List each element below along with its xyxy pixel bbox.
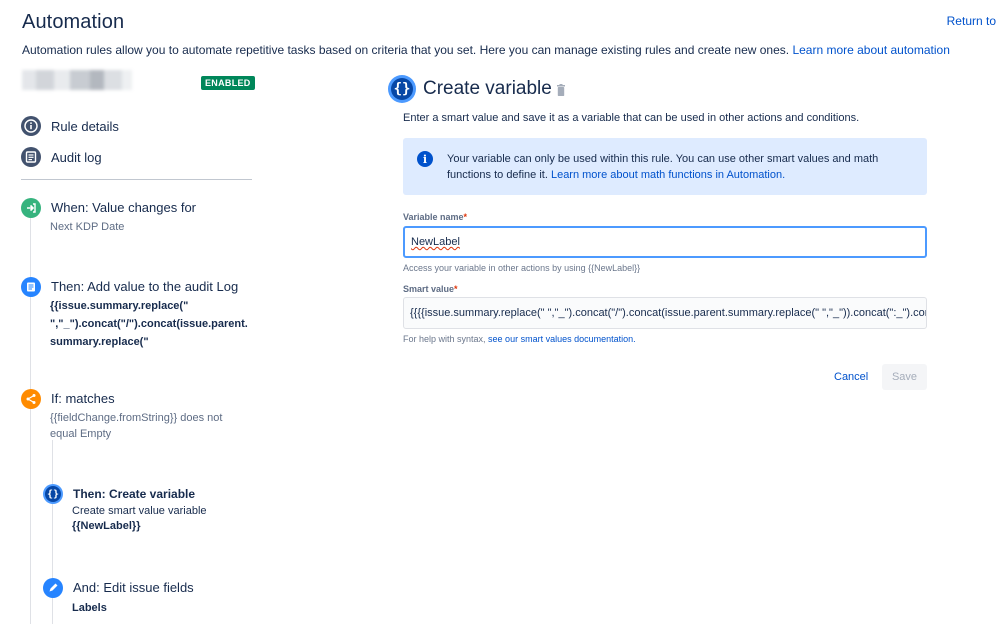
variable-icon: {} xyxy=(388,75,416,103)
step-title: Then: Add value to the audit Log xyxy=(51,279,239,294)
document-icon xyxy=(21,147,41,167)
code-line: ","_").concat("/").concat(issue.parent. xyxy=(50,318,248,330)
step-condition[interactable]: If: matches {{fieldChange.fromString}} d… xyxy=(21,389,251,444)
nav-audit-log-label: Audit log xyxy=(51,149,102,165)
smart-values-docs-link[interactable]: see our smart values documentation. xyxy=(488,334,636,344)
rule-name-blurred xyxy=(22,70,132,90)
step-edit-fields[interactable]: And: Edit issue fields Labels xyxy=(43,578,253,618)
save-button[interactable]: Save xyxy=(882,364,927,390)
nav-rule-details-label: Rule details xyxy=(51,118,119,134)
step-create-variable[interactable]: {} Then: Create variable Create smart va… xyxy=(43,484,253,539)
step-title: If: matches xyxy=(51,391,115,406)
intro-text: Automation rules allow you to automate r… xyxy=(22,43,950,57)
smart-value-input[interactable]: {{{{issue.summary.replace(" ","_").conca… xyxy=(403,297,927,329)
trash-icon[interactable] xyxy=(556,84,566,96)
code-line: {{issue.summary.replace(" xyxy=(50,300,189,312)
trigger-icon xyxy=(21,198,41,218)
variable-icon: {} xyxy=(43,484,63,504)
subtitle-line: {{fieldChange.fromString}} does not xyxy=(50,412,223,424)
step-code: {{issue.summary.replace(" ","_").concat(… xyxy=(50,297,248,351)
code-line: summary.replace(" xyxy=(50,336,149,348)
smart-value-value: {{{{issue.summary.replace(" ","_").conca… xyxy=(410,307,927,319)
nav-audit-log[interactable]: Audit log xyxy=(21,147,102,167)
step-subtitle: {{fieldChange.fromString}} does not equa… xyxy=(50,410,222,442)
intro-description: Automation rules allow you to automate r… xyxy=(22,43,793,57)
step-code-value: {{NewLabel}} xyxy=(72,520,141,532)
variable-name-input[interactable]: NewLabel xyxy=(403,226,927,258)
pencil-icon xyxy=(43,578,63,598)
variable-name-label-text: Variable name xyxy=(403,212,464,222)
info-message: i Your variable can only be used within … xyxy=(403,138,927,195)
learn-more-automation-link[interactable]: Learn more about automation xyxy=(792,43,949,57)
variable-name-value: NewLabel xyxy=(411,236,460,248)
panel-title: Create variable xyxy=(423,78,552,99)
step-title: And: Edit issue fields xyxy=(73,580,194,595)
step-audit-log[interactable]: Then: Add value to the audit Log {{issue… xyxy=(21,277,256,348)
return-link[interactable]: Return to xyxy=(947,14,996,28)
variable-helper-text: Access your variable in other actions by… xyxy=(403,263,641,273)
divider xyxy=(21,179,252,180)
smart-value-label-text: Smart value xyxy=(403,284,455,294)
variable-name-label: Variable name* xyxy=(403,212,467,222)
step-subtitle: Create smart value variable xyxy=(72,505,207,517)
page-title: Automation xyxy=(22,11,125,33)
status-badge: ENABLED xyxy=(201,76,255,90)
step-trigger[interactable]: When: Value changes for Next KDP Date xyxy=(21,198,251,238)
nav-rule-details[interactable]: Rule details xyxy=(21,116,119,136)
math-functions-link[interactable]: Learn more about math functions in Autom… xyxy=(551,169,785,181)
step-subtitle: Next KDP Date xyxy=(50,221,125,233)
step-title: Then: Create variable xyxy=(73,487,196,501)
branch-icon xyxy=(21,389,41,409)
step-title: When: Value changes for xyxy=(51,200,197,215)
smart-helper-text: For help with syntax, xyxy=(403,334,489,344)
info-icon xyxy=(21,116,41,136)
info-text: Your variable can only be used within th… xyxy=(447,151,917,183)
required-marker: * xyxy=(463,212,468,222)
info-icon: i xyxy=(417,151,433,167)
step-code: Labels xyxy=(72,602,107,614)
required-marker: * xyxy=(454,284,458,294)
audit-log-icon xyxy=(21,277,41,297)
panel-description: Enter a smart value and save it as a var… xyxy=(403,112,860,124)
smart-value-label: Smart value* xyxy=(403,284,458,294)
step-details: Create smart value variable {{NewLabel}} xyxy=(72,504,207,534)
smart-value-helper: For help with syntax, see our smart valu… xyxy=(403,334,636,344)
cancel-button[interactable]: Cancel xyxy=(826,364,876,390)
subtitle-line: equal Empty xyxy=(50,428,112,440)
